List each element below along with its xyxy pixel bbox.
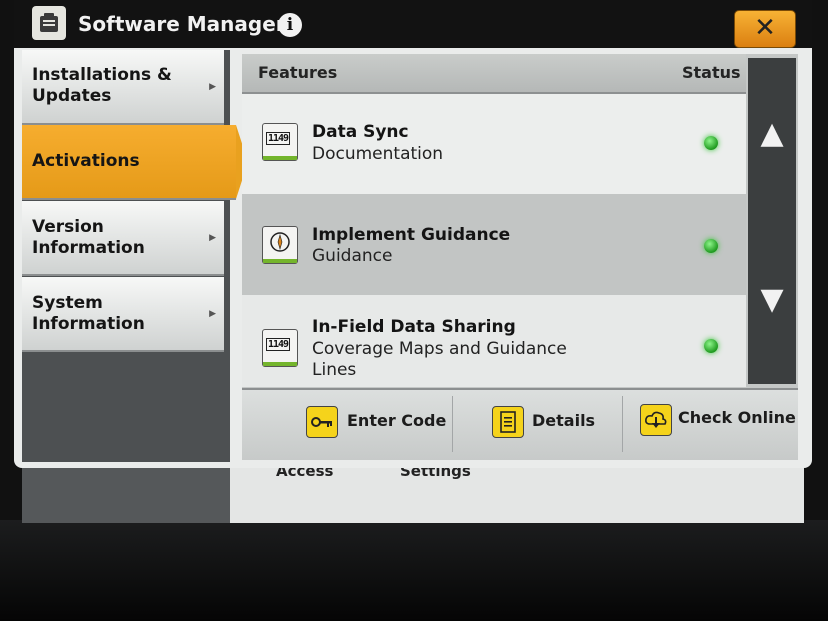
sidebar-item-installations-updates[interactable]: Installations & Updates ▶: [22, 50, 224, 125]
feature-category: Documentation: [312, 144, 444, 164]
check-online-button[interactable]: Check Online: [626, 390, 796, 460]
feature-icon: 1149: [262, 123, 298, 161]
software-manager-window: Software Manager i ✕ Installations & Upd…: [14, 0, 812, 468]
sidebar-item-version-information[interactable]: Version Information ▶: [22, 201, 224, 276]
divider: [452, 396, 453, 452]
feature-category: Coverage Maps and Guidance Lines: [312, 339, 567, 380]
feature-row-in-field-data-sharing[interactable]: 1149 In-Field Data Sharing Coverage Maps…: [242, 295, 746, 387]
action-bar: Enter Code Details Check Online: [242, 388, 798, 460]
software-manager-icon: [32, 6, 66, 40]
compass-icon: [262, 226, 298, 264]
sidebar: Installations & Updates ▶ Activations Ve…: [22, 50, 248, 462]
feature-icon-text: 1149: [266, 338, 291, 351]
status-column-header: Status: [682, 63, 741, 82]
enter-code-label: Enter Code: [347, 411, 447, 430]
key-icon: [306, 406, 338, 438]
chevron-right-icon: ▶: [209, 309, 216, 319]
feature-name: Data Sync: [312, 122, 409, 142]
details-label: Details: [532, 411, 596, 430]
enter-code-button[interactable]: Enter Code: [292, 390, 446, 460]
feature-name: In-Field Data Sharing: [312, 317, 516, 337]
feature-name: Implement Guidance: [312, 225, 511, 245]
background-screen-right: Access Settings: [230, 462, 804, 523]
features-column-header: Features: [258, 63, 338, 82]
feature-icon-text: 1149: [266, 132, 291, 145]
display-bezel: [0, 520, 828, 621]
background-screen: Access Settings: [22, 462, 804, 523]
sidebar-item-label: System Information: [32, 293, 145, 334]
info-icon[interactable]: i: [278, 13, 302, 37]
feature-category: Guidance: [312, 246, 393, 266]
close-button[interactable]: ✕: [734, 10, 796, 48]
divider: [622, 396, 623, 452]
sidebar-item-system-information[interactable]: System Information ▶: [22, 277, 224, 352]
check-online-label: Check Online: [678, 408, 796, 427]
features-panel: Features Status 1149 Data Sync Documenta…: [242, 54, 798, 460]
background-screen-left: [22, 468, 230, 523]
feature-row-implement-guidance[interactable]: Implement Guidance Guidance: [242, 194, 746, 295]
sidebar-item-label: Installations & Updates: [32, 65, 172, 106]
status-indicator: [704, 339, 718, 353]
feature-row-data-sync[interactable]: 1149 Data Sync Documentation: [242, 94, 746, 194]
sidebar-item-label: Activations: [32, 151, 140, 171]
chevron-right-icon: ▶: [209, 82, 216, 92]
details-button[interactable]: Details: [478, 390, 608, 460]
sidebar-item-label: Version Information: [32, 217, 145, 258]
title-bar: Software Manager i ✕: [14, 0, 812, 48]
window-title: Software Manager: [78, 12, 286, 36]
features-table-header: Features Status: [242, 54, 746, 94]
document-icon: [492, 406, 524, 438]
arrow-up-icon: ▲: [760, 116, 784, 151]
chevron-right-icon: ▶: [209, 233, 216, 243]
scrollbar[interactable]: ▲ ▼: [748, 58, 796, 384]
close-icon: ✕: [754, 13, 776, 43]
status-indicator: [704, 136, 718, 150]
status-indicator: [704, 239, 718, 253]
feature-icon: 1149: [262, 329, 298, 367]
sidebar-item-activations[interactable]: Activations: [22, 125, 248, 200]
scroll-up-button[interactable]: ▲: [748, 116, 796, 276]
arrow-down-icon: ▼: [760, 282, 784, 317]
cloud-download-icon: [640, 404, 672, 436]
